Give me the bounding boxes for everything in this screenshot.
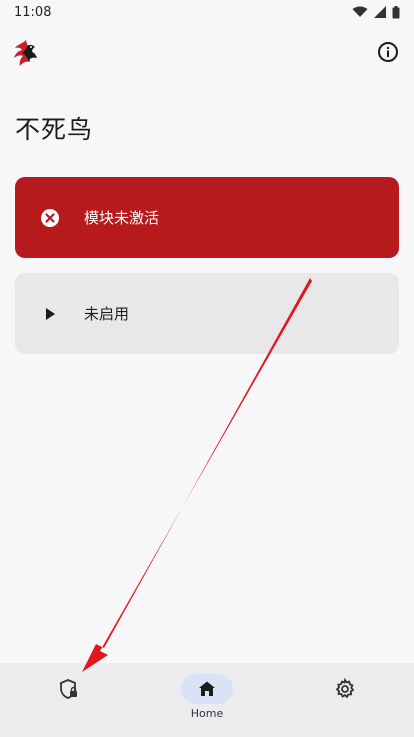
play-icon [38,302,62,326]
signal-icon [374,6,386,18]
info-icon[interactable] [376,40,400,64]
nav-label-home: Home [190,707,224,720]
phoenix-logo-icon [14,40,37,66]
status-time: 11:08 [14,4,52,20]
enable-card[interactable]: 未启用 [15,273,399,354]
nav-pill-shield [43,674,95,704]
home-icon [199,681,215,696]
nav-item-home[interactable]: Home [138,663,276,737]
nav-item-shield[interactable] [0,663,138,737]
error-icon [38,206,62,230]
wifi-icon [352,6,368,17]
status-icons [352,5,400,19]
app-bar [0,34,414,74]
status-bar: 11:08 [0,0,414,24]
nav-pill-home [181,674,233,704]
bottom-navigation: Home [0,663,414,737]
gear-icon [335,678,355,699]
enable-label: 未启用 [84,305,130,323]
page-title: 不死鸟 [15,115,94,144]
battery-icon [392,5,400,18]
nav-pill-settings [319,674,371,704]
nav-item-settings[interactable] [276,663,414,737]
shield-lock-icon [60,679,77,699]
module-status-label: 模块未激活 [84,209,160,227]
module-status-card[interactable]: 模块未激活 [15,177,399,258]
